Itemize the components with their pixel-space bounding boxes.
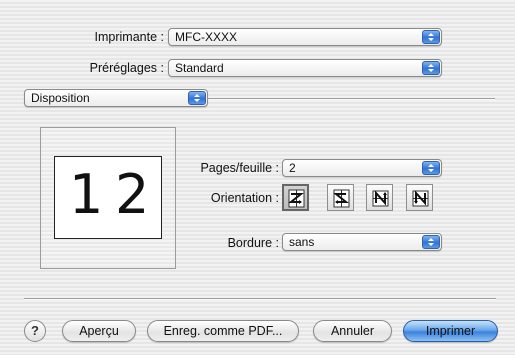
popup-arrows-icon — [188, 91, 206, 105]
preview-page-number-right: 2 — [115, 163, 150, 226]
preview-button[interactable]: Aperçu — [62, 320, 136, 342]
presets-value: Standard — [175, 61, 224, 75]
panel-value: Disposition — [31, 91, 90, 105]
orientation-z-button[interactable] — [282, 184, 309, 211]
pages-per-sheet-value: 2 — [289, 161, 296, 175]
orientation-n-button[interactable] — [406, 184, 433, 211]
border-label: Bordure : — [227, 236, 279, 250]
border-value: sans — [289, 235, 315, 249]
layout-s-reverse-icon — [333, 189, 350, 208]
orientation-n-reverse-button[interactable] — [366, 184, 393, 211]
layout-z-icon — [288, 189, 305, 208]
printer-value: MFC-XXXX — [175, 30, 238, 44]
printer-label: Imprimante : — [94, 30, 164, 44]
pages-per-sheet-label: Pages/feuille : — [200, 161, 279, 175]
popup-arrows-icon — [422, 61, 440, 75]
layout-preview: 1 2 — [40, 127, 176, 269]
save-as-pdf-button[interactable]: Enreg. comme PDF... — [147, 320, 299, 342]
layout-n-reverse-icon — [372, 190, 389, 207]
popup-arrows-icon — [422, 161, 440, 175]
presets-popup[interactable]: Standard — [168, 59, 442, 77]
printer-popup[interactable]: MFC-XXXX — [168, 28, 442, 46]
pages-per-sheet-popup[interactable]: 2 — [282, 159, 442, 177]
preview-page: 1 2 — [54, 156, 162, 239]
presets-label: Préréglages : — [89, 61, 164, 75]
orientation-label: Orientation : — [210, 191, 279, 205]
border-popup[interactable]: sans — [282, 233, 442, 251]
orientation-s-button[interactable] — [327, 184, 354, 211]
help-button[interactable]: ? — [24, 320, 46, 342]
panel-popup[interactable]: Disposition — [24, 89, 208, 107]
print-button[interactable]: Imprimer — [403, 320, 498, 342]
layout-n-icon — [412, 190, 429, 207]
popup-arrows-icon — [422, 30, 440, 44]
preview-page-number-left: 1 — [69, 163, 104, 226]
popup-arrows-icon — [422, 235, 440, 249]
bottom-separator — [24, 298, 496, 300]
cancel-button[interactable]: Annuler — [313, 320, 392, 342]
panel-separator — [205, 98, 495, 100]
